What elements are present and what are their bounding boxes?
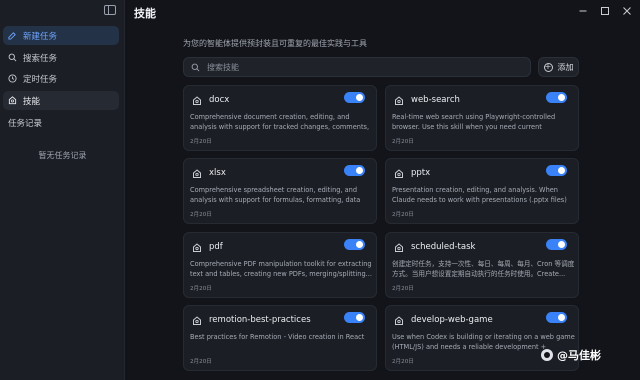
sidebar-item-label: 技能 (23, 96, 41, 107)
watermark: @马佳彬 (541, 347, 601, 363)
skill-enabled-toggle[interactable] (344, 92, 365, 103)
sidebar-item-label: 新建任务 (23, 31, 58, 42)
skill-enabled-toggle[interactable] (344, 312, 365, 323)
skills-icon (8, 96, 17, 105)
skill-date: 2月20日 (190, 359, 212, 365)
skill-name: docx (209, 95, 230, 105)
skill-enabled-toggle[interactable] (344, 165, 365, 176)
skill-search-box[interactable] (183, 57, 531, 77)
skill-enabled-toggle[interactable] (546, 165, 567, 176)
skill-card-remotion-best-practices[interactable]: remotion-best-practices Best practices f… (183, 305, 377, 371)
sidebar-toggle-icon[interactable] (104, 5, 116, 15)
watermark-text: @马佳彬 (557, 349, 601, 362)
minimize-icon[interactable] (578, 6, 588, 16)
add-icon (543, 62, 553, 72)
sidebar-item-new-task[interactable]: 新建任务 (3, 26, 119, 45)
skill-date: 2月20日 (190, 286, 212, 292)
sidebar-item-search-tasks[interactable]: 搜索任务 (3, 48, 119, 67)
skill-description: Comprehensive spreadsheet creation, edit… (190, 186, 361, 204)
skill-name: web-search (411, 95, 460, 105)
add-skill-button[interactable]: 添加 (538, 57, 579, 77)
skill-card-scheduled-task[interactable]: scheduled-task 创建定时任务，支持一次性、每日、每周、每月、Cro… (385, 232, 579, 298)
page-title: 技能 (134, 7, 156, 20)
skill-name: scheduled-task (411, 242, 476, 252)
task-history-heading: 任务记录 (8, 119, 43, 129)
close-icon[interactable] (622, 6, 632, 16)
empty-history-text: 暂无任务记录 (38, 151, 87, 160)
skill-icon (193, 243, 201, 252)
sidebar-item-label: 搜索任务 (23, 53, 58, 64)
skill-name: xlsx (209, 168, 226, 178)
skill-date: 2月20日 (392, 359, 414, 365)
skill-icon (193, 169, 201, 178)
skill-enabled-toggle[interactable] (546, 92, 567, 103)
skill-enabled-toggle[interactable] (344, 239, 365, 250)
skill-card-xlsx[interactable]: xlsx Comprehensive spreadsheet creation,… (183, 158, 377, 224)
page-subtitle: 为您的智能体提供预封装且可重复的最佳实践与工具 (183, 39, 367, 48)
watermark-logo-icon (541, 349, 553, 361)
skill-name: pdf (209, 242, 223, 252)
sidebar-item-scheduled-tasks[interactable]: 定时任务 (3, 69, 119, 88)
maximize-icon[interactable] (600, 6, 610, 16)
skill-date: 2月20日 (392, 139, 414, 145)
sidebar-item-label: 定时任务 (23, 74, 58, 85)
skill-icon (395, 243, 403, 252)
skill-description: Comprehensive PDF manipulation toolkit f… (190, 260, 372, 278)
skill-card-pdf[interactable]: pdf Comprehensive PDF manipulation toolk… (183, 232, 377, 298)
skill-description: Presentation creation, editing, and anal… (392, 186, 567, 204)
skill-date: 2月20日 (190, 212, 212, 218)
skill-icon (193, 96, 201, 105)
skill-description: Best practices for Remotion - Video crea… (190, 333, 365, 341)
skill-description: 创建定时任务，支持一次性、每日、每周、每月、Cron 等调度方式。当用户想设置定… (392, 260, 575, 278)
skill-enabled-toggle[interactable] (546, 239, 567, 250)
skill-enabled-toggle[interactable] (546, 312, 567, 323)
search-icon (8, 53, 17, 62)
skill-name: remotion-best-practices (209, 315, 311, 325)
search-icon (191, 63, 200, 71)
skill-icon (193, 316, 201, 325)
add-button-label: 添加 (557, 62, 574, 72)
search-input[interactable] (207, 62, 507, 72)
skill-card-docx[interactable]: docx Comprehensive document creation, ed… (183, 85, 377, 151)
sidebar-item-skills[interactable]: 技能 (3, 91, 119, 110)
sidebar: 新建任务 搜索任务 定时任务 技能 任务记录 暂无任务记录 (0, 0, 125, 380)
skill-icon (395, 316, 403, 325)
skill-icon (395, 96, 403, 105)
skill-icon (395, 169, 403, 178)
clock-icon (8, 74, 17, 83)
skill-card-pptx[interactable]: pptx Presentation creation, editing, and… (385, 158, 579, 224)
skill-card-web-search[interactable]: web-search Real-time web search using Pl… (385, 85, 579, 151)
edit-icon (8, 32, 16, 40)
skill-date: 2月20日 (392, 286, 414, 292)
skill-description: Comprehensive document creation, editing… (190, 113, 370, 131)
skill-name: pptx (411, 168, 431, 178)
skill-description: Real-time web search using Playwright-co… (392, 113, 556, 131)
skill-name: develop-web-game (411, 315, 493, 325)
skill-date: 2月20日 (190, 139, 212, 145)
skill-date: 2月20日 (392, 212, 414, 218)
